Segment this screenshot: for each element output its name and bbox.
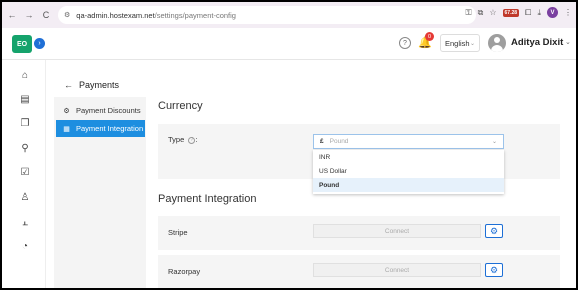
install-app-icon[interactable]: ⧉ — [478, 8, 484, 18]
currency-option-pound[interactable]: Pound — [313, 178, 504, 192]
extensions-puzzle-icon[interactable]: ⧠ — [525, 8, 531, 18]
app-logo[interactable]: EO — [12, 35, 32, 53]
stripe-connect-button[interactable]: Connect — [313, 224, 481, 238]
notification-count-badge: 0 — [425, 32, 434, 41]
currency-section-title: Currency — [158, 100, 203, 112]
card-stack-icon: ▦ — [63, 125, 70, 133]
currency-option-inr[interactable]: INR — [313, 150, 504, 164]
download-icon[interactable]: ⤓ — [537, 8, 541, 18]
password-key-icon[interactable]: ⚿ — [466, 8, 472, 18]
stripe-label: Stripe — [168, 228, 188, 237]
razorpay-connect-button[interactable]: Connect — [313, 263, 481, 277]
app-header: EO › ? 🔔 0 English ⌄ Aditya Dixit ⌄ — [2, 28, 576, 60]
forward-nav-icon[interactable]: → — [22, 8, 36, 22]
url-host: qa-admin.hostexam.net — [76, 10, 155, 20]
reload-icon[interactable]: C — [39, 8, 53, 22]
side-item-payment-discounts[interactable]: ⚙ Payment Discounts — [56, 102, 145, 119]
url-path: /settings/payment-config — [154, 10, 236, 20]
currency-dropdown-menu: INR US Dollar Pound — [313, 150, 504, 194]
type-label: Type ?: — [168, 135, 198, 144]
language-select[interactable]: English ⌄ — [440, 34, 480, 52]
checkbox-icon[interactable]: ☑ — [19, 166, 31, 178]
gear-icon: ⚙ — [489, 264, 499, 275]
side-item-payment-integration[interactable]: ▦ Payment Integration — [56, 120, 145, 137]
language-value: English — [445, 38, 470, 48]
chevron-down-icon: ⌄ — [491, 139, 497, 145]
info-icon[interactable]: ? — [188, 136, 196, 144]
browser-window: ← → C ⚙ qa-admin.hostexam.net/settings/p… — [2, 2, 576, 288]
user-menu-chevron-icon[interactable]: ⌄ — [565, 38, 571, 46]
page-title: Payments — [79, 80, 120, 90]
currency-symbol: £ — [320, 138, 324, 145]
copy-icon[interactable]: ❐ — [19, 117, 31, 129]
site-settings-icon[interactable]: ⚙ — [64, 11, 70, 19]
side-item-label: Payment Integration — [76, 124, 144, 133]
side-item-label: Payment Discounts — [76, 106, 141, 115]
integration-section-title: Payment Integration — [158, 193, 257, 205]
browser-menu-icon[interactable]: ⋮ — [564, 8, 572, 17]
reports-chart-icon[interactable]: ⫠ — [19, 216, 31, 228]
user-name[interactable]: Aditya Dixit — [511, 37, 563, 48]
documents-icon[interactable]: ▤ — [19, 93, 31, 105]
user-icon[interactable]: ♙ — [19, 191, 31, 203]
address-bar[interactable]: ⚙ qa-admin.hostexam.net/settings/payment… — [58, 6, 476, 24]
browser-actions: ⚿ ⧉ ☆ 67.28 ⧠ ⤓ V ⋮ — [466, 7, 572, 18]
gear-icon: ⚙ — [489, 225, 499, 236]
help-icon[interactable]: ? — [399, 37, 411, 49]
user-avatar[interactable] — [488, 34, 506, 52]
browser-toolbar: ← → C ⚙ qa-admin.hostexam.net/settings/p… — [2, 2, 576, 28]
browser-profile-avatar[interactable]: V — [547, 7, 558, 18]
add-user-icon[interactable]: ⚲ — [19, 142, 31, 154]
stripe-settings-button[interactable]: ⚙ — [485, 224, 503, 238]
razorpay-label: Razorpay — [168, 267, 201, 276]
currency-selected-value: Pound — [329, 138, 349, 145]
expand-sidebar-icon[interactable]: › — [34, 38, 45, 49]
currency-option-usd[interactable]: US Dollar — [313, 164, 504, 178]
settings-shield-icon[interactable]: ◔ — [19, 240, 31, 252]
chevron-down-icon: ⌄ — [469, 40, 475, 47]
nav-rail: ⌂ ▤ ❐ ⚲ ☑ ♙ ⫠ ◔ — [2, 60, 46, 288]
home-icon[interactable]: ⌂ — [19, 69, 31, 81]
back-arrow-icon[interactable]: ← — [64, 80, 73, 90]
payments-side-menu: ⚙ Payment Discounts ▦ Payment Integratio… — [54, 97, 146, 288]
back-nav-icon[interactable]: ← — [5, 8, 19, 22]
currency-type-select[interactable]: £ Pound ⌄ — [313, 134, 504, 149]
razorpay-settings-button[interactable]: ⚙ — [485, 263, 503, 277]
type-label-text: Type — [168, 135, 185, 144]
bookmark-star-icon[interactable]: ☆ — [489, 8, 496, 17]
gear-circle-icon: ⚙ — [63, 107, 70, 115]
extension-badge[interactable]: 67.28 — [502, 8, 520, 17]
